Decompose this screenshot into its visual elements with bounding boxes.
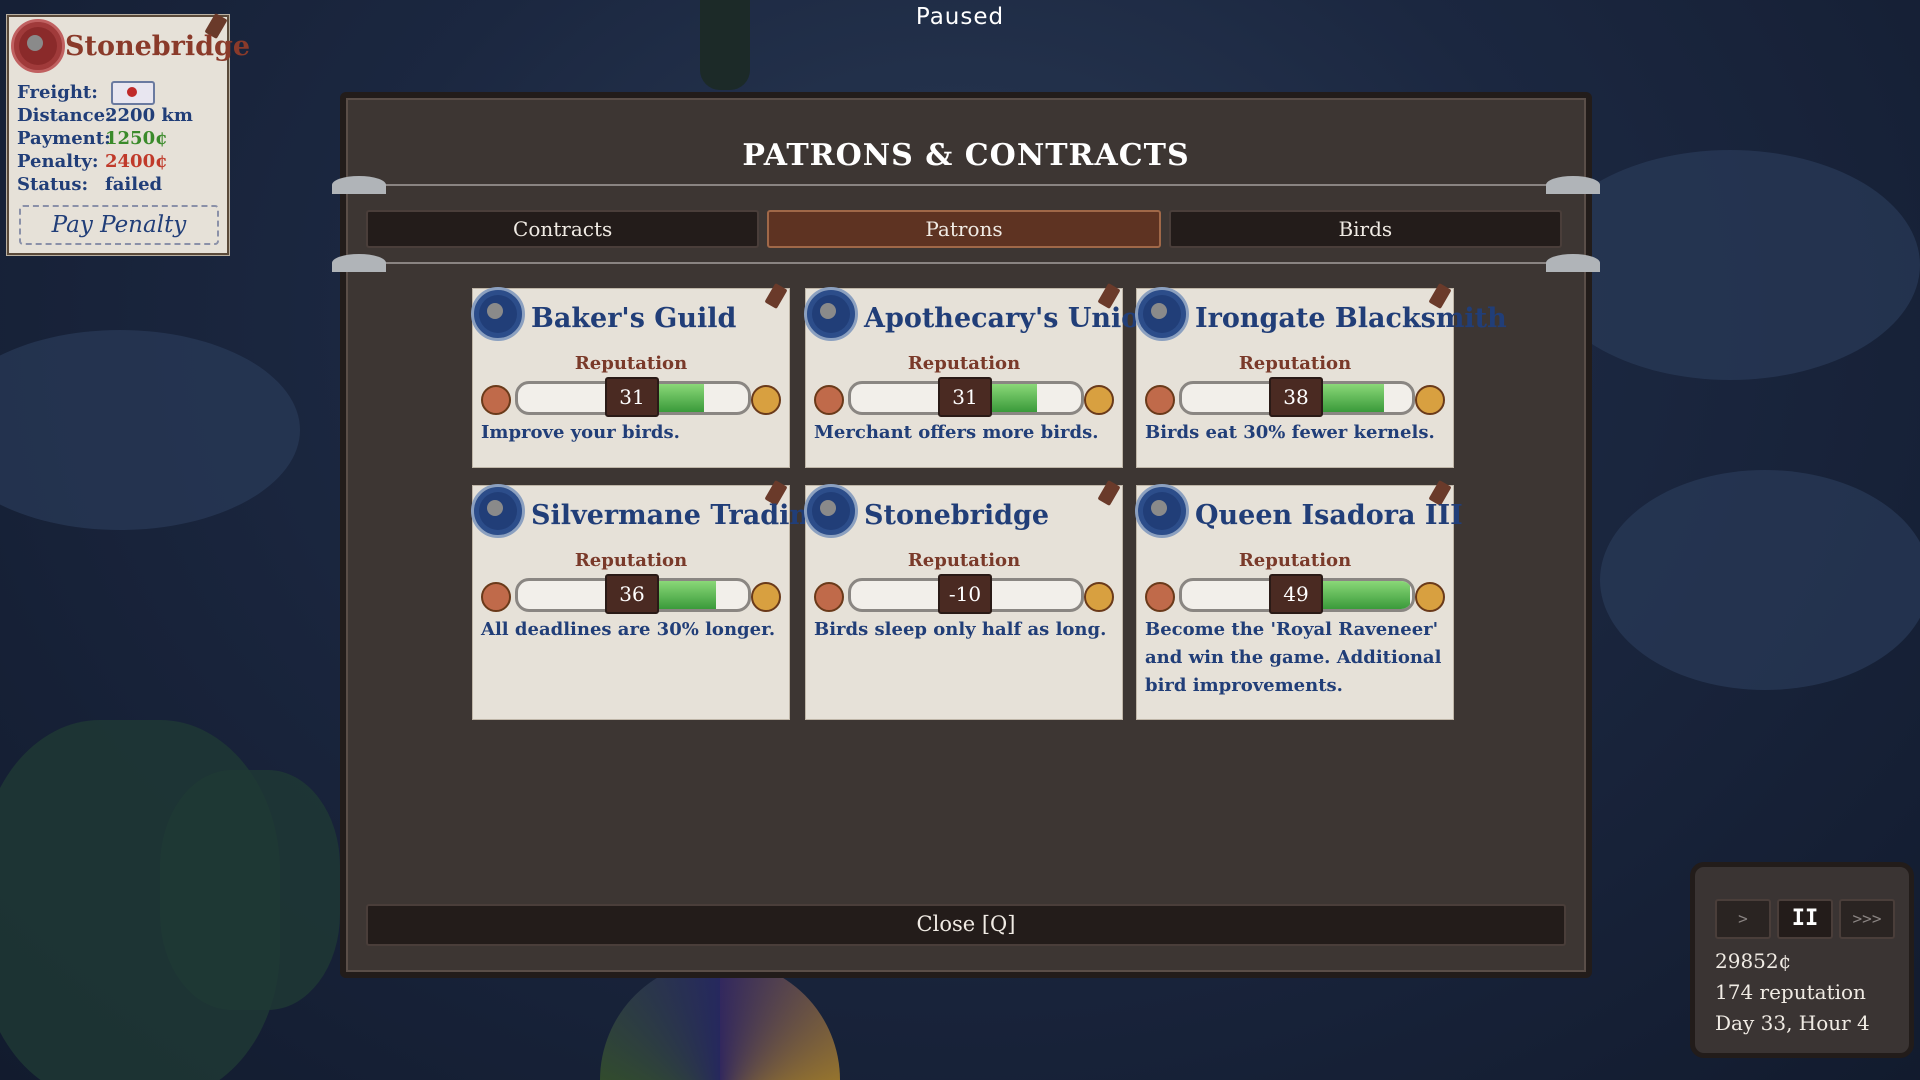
patron-card: Queen Isadora III Reputation 49 Become t…: [1135, 479, 1463, 720]
patron-perk: Become the 'Royal Raveneer' and win the …: [1145, 619, 1442, 696]
reputation-value: 31: [605, 377, 659, 417]
penalty-value: 2400¢: [105, 151, 168, 172]
distance-value: 2200 km: [105, 105, 193, 126]
happy-face-icon: [1415, 582, 1445, 612]
time-display: Day 33, Hour 4: [1715, 1011, 1870, 1035]
wing-ornament-icon: [332, 176, 386, 194]
pause-button[interactable]: II: [1777, 899, 1833, 939]
panel-title: PATRONS & CONTRACTS: [742, 138, 1190, 173]
divider: [366, 184, 1566, 186]
patron-card: Baker's Guild Reputation 31 Improve your…: [471, 282, 790, 468]
pin-icon: [764, 282, 788, 310]
angry-face-icon: [814, 385, 844, 415]
angry-face-icon: [814, 582, 844, 612]
cloud: [0, 330, 300, 530]
reputation-label: Reputation: [574, 353, 688, 374]
play-speed-button[interactable]: >: [1715, 899, 1771, 939]
reputation-value: 31: [938, 377, 992, 417]
speed-controls: > II >>>: [1715, 899, 1895, 939]
reputation-label: Reputation: [1238, 550, 1352, 571]
reputation-value: 49: [1269, 574, 1323, 614]
cloud: [1600, 470, 1920, 690]
reputation-value: -10: [938, 574, 992, 614]
payment-row: Payment:1250¢: [17, 128, 168, 149]
status-value: failed: [105, 174, 163, 195]
reputation-value: 38: [1269, 377, 1323, 417]
patron-name: Irongate Blacksmith: [1195, 303, 1507, 334]
fast-forward-button[interactable]: >>>: [1839, 899, 1895, 939]
happy-face-icon: [751, 582, 781, 612]
patron-seal-icon: [804, 484, 858, 538]
patron-seal-icon: [471, 484, 525, 538]
tab-birds[interactable]: Birds: [1168, 210, 1562, 248]
payment-value: 1250¢: [105, 128, 168, 149]
reputation-label: Reputation: [907, 550, 1021, 571]
wing-ornament-icon: [1546, 254, 1600, 272]
payment-label: Payment:: [17, 128, 111, 149]
angry-face-icon: [1145, 385, 1175, 415]
patron-seal-icon: [471, 287, 525, 341]
freight-label: Freight:: [17, 82, 98, 103]
tab-contracts[interactable]: Contracts: [366, 210, 760, 248]
tree: [160, 770, 340, 1010]
patron-name: Apothecary's Union: [864, 303, 1159, 334]
pin-icon: [1097, 479, 1121, 507]
reputation-display: 174 reputation: [1715, 980, 1866, 1004]
reputation-label: Reputation: [574, 550, 688, 571]
patron-seal-icon: [804, 287, 858, 341]
patron-perk: All deadlines are 30% longer.: [481, 619, 776, 640]
patron-name: Baker's Guild: [531, 303, 737, 334]
patron-card: Stonebridge Reputation -10 Birds sleep o…: [804, 479, 1123, 720]
patron-perk: Merchant offers more birds.: [814, 422, 1099, 443]
letter-icon: [111, 81, 156, 105]
wing-ornament-icon: [1546, 176, 1600, 194]
tab-patrons[interactable]: Patrons: [767, 210, 1161, 248]
patron-seal-icon: [1135, 287, 1189, 341]
stained-glass-window: [600, 960, 840, 1080]
angry-face-icon: [1145, 582, 1175, 612]
status-row: Status: failed: [17, 174, 162, 195]
status-label: Status:: [17, 174, 89, 195]
patron-name: Stonebridge: [864, 500, 1050, 531]
happy-face-icon: [1084, 385, 1114, 415]
patron-card: Apothecary's Union Reputation 31 Merchan…: [804, 282, 1159, 468]
happy-face-icon: [1415, 385, 1445, 415]
city-seal-icon: [11, 19, 65, 73]
patron-name: Silvermane Trading: [531, 500, 828, 531]
patron-perk: Improve your birds.: [481, 422, 680, 443]
paused-label: Paused: [915, 4, 1005, 30]
patron-perk: Birds eat 30% fewer kernels.: [1145, 422, 1435, 443]
pay-penalty-button[interactable]: Pay Penalty: [19, 205, 219, 245]
close-button[interactable]: Close [Q]: [366, 904, 1566, 946]
distance-row: Distance:2200 km: [17, 105, 193, 126]
distance-label: Distance:: [17, 105, 112, 126]
patron-card: Silvermane Trading Reputation 36 All dea…: [471, 479, 828, 720]
money-display: 29852¢: [1715, 949, 1792, 973]
patron-card: Irongate Blacksmith Reputation 38 Birds …: [1135, 282, 1507, 468]
penalty-label: Penalty:: [17, 151, 99, 172]
reputation-value: 36: [605, 574, 659, 614]
patron-seal-icon: [1135, 484, 1189, 538]
angry-face-icon: [481, 385, 511, 415]
penalty-row: Penalty: 2400¢: [17, 151, 168, 172]
freight-row: Freight:: [17, 81, 156, 105]
wing-ornament-icon: [332, 254, 386, 272]
happy-face-icon: [1084, 582, 1114, 612]
patron-perk: Birds sleep only half as long.: [814, 619, 1107, 640]
contract-card: Stonebridge Freight: Distance:2200 km Pa…: [6, 12, 250, 256]
reputation-label: Reputation: [907, 353, 1021, 374]
contract-city: Stonebridge: [65, 31, 251, 62]
divider: [366, 262, 1566, 264]
patron-name: Queen Isadora III: [1195, 500, 1463, 531]
angry-face-icon: [481, 582, 511, 612]
status-hud: > II >>> 29852¢ 174 reputation Day 33, H…: [1690, 862, 1914, 1058]
tab-bar: Contracts Patrons Birds: [366, 210, 1562, 248]
reputation-label: Reputation: [1238, 353, 1352, 374]
happy-face-icon: [751, 385, 781, 415]
patrons-contracts-panel: PATRONS & CONTRACTS Contracts Patrons Bi…: [332, 92, 1600, 978]
